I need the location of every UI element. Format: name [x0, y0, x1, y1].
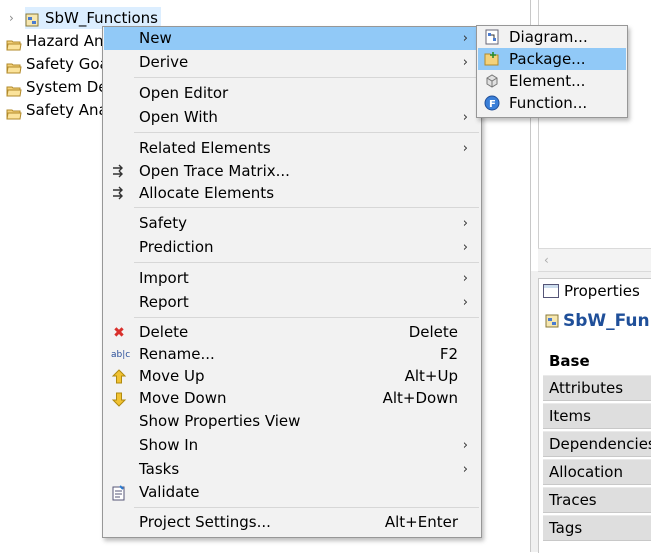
- folder-icon: [6, 58, 22, 73]
- diagram-icon: [484, 29, 500, 45]
- menu-item-derive[interactable]: Derive ›: [104, 51, 480, 74]
- menu-item-report[interactable]: Report ›: [104, 291, 480, 314]
- menu-item-project-settings[interactable]: Project Settings... Alt+Enter: [104, 511, 480, 534]
- folder-icon: [6, 35, 22, 50]
- properties-tab-list: Base Attributes Items Dependencies Alloc…: [543, 349, 651, 543]
- tab-dependencies[interactable]: Dependencies: [543, 431, 651, 457]
- trace-matrix-icon: [111, 164, 127, 180]
- tab-traces[interactable]: Traces: [543, 487, 651, 513]
- menu-item-rename[interactable]: ab|c Rename... F2: [104, 343, 480, 366]
- element-icon: [484, 73, 500, 89]
- validate-icon: [111, 485, 127, 501]
- context-menu: New › Derive › Open Editor Open With › R…: [102, 26, 482, 538]
- menu-item-open-with[interactable]: Open With ›: [104, 106, 480, 129]
- submenu-item-diagram[interactable]: Diagram...: [478, 26, 626, 48]
- scroll-left-icon[interactable]: ‹: [544, 253, 549, 267]
- menu-item-prediction[interactable]: Prediction ›: [104, 236, 480, 259]
- collapse-chevron-icon[interactable]: ›: [9, 7, 14, 29]
- properties-icon: [543, 283, 559, 298]
- menu-item-new[interactable]: New ›: [104, 27, 480, 50]
- submenu-arrow-icon: ›: [462, 141, 468, 156]
- rename-icon: ab|c: [111, 350, 131, 360]
- tab-allocation[interactable]: Allocation: [543, 459, 651, 485]
- submenu-arrow-icon: ›: [462, 240, 468, 255]
- new-submenu: Diagram... Package... Element... F Funct…: [476, 25, 628, 118]
- menu-item-open-trace-matrix[interactable]: Open Trace Matrix...: [104, 160, 480, 183]
- tree-item-label: Safety Ana: [26, 101, 108, 119]
- tree-item-label: SbW_Functions: [45, 9, 158, 27]
- properties-view: Properties SbW_Fun Base Attributes Items…: [538, 278, 651, 553]
- menu-separator: [134, 132, 479, 133]
- menu-separator: [134, 317, 479, 318]
- properties-title: SbW_Fun: [545, 311, 650, 331]
- menu-item-allocate-elements[interactable]: Allocate Elements: [104, 182, 480, 205]
- menu-separator: [134, 207, 479, 208]
- horizontal-scrollbar[interactable]: ‹: [538, 248, 651, 272]
- package-icon: [545, 313, 559, 328]
- menu-item-show-in[interactable]: Show In ›: [104, 434, 480, 457]
- arrow-down-icon: [111, 391, 127, 407]
- arrow-up-icon: [111, 369, 127, 385]
- menu-item-move-down[interactable]: Move Down Alt+Down: [104, 387, 480, 410]
- menu-item-delete[interactable]: ✖ Delete Delete: [104, 321, 480, 344]
- tree-item-label: Hazard An: [26, 32, 104, 50]
- tree-item-hazard-analysis[interactable]: Hazard An: [6, 30, 104, 52]
- submenu-arrow-icon: ›: [462, 55, 468, 70]
- menu-item-move-up[interactable]: Move Up Alt+Up: [104, 365, 480, 388]
- tree-item-safety-analysis[interactable]: Safety Ana: [6, 99, 108, 121]
- menu-separator: [134, 262, 479, 263]
- delete-icon: ✖: [113, 325, 125, 341]
- tree-item-label: System De: [26, 78, 108, 96]
- function-icon: F: [484, 95, 500, 111]
- submenu-arrow-icon: ›: [462, 31, 468, 46]
- menu-item-open-editor[interactable]: Open Editor: [104, 82, 480, 105]
- menu-separator: [134, 507, 479, 508]
- menu-item-tasks[interactable]: Tasks ›: [104, 458, 480, 481]
- submenu-arrow-icon: ›: [462, 110, 468, 125]
- tab-tags[interactable]: Tags: [543, 515, 651, 541]
- submenu-item-element[interactable]: Element...: [478, 70, 626, 92]
- submenu-arrow-icon: ›: [462, 295, 468, 310]
- tree-item-label: Safety Goa: [26, 55, 109, 73]
- submenu-arrow-icon: ›: [462, 216, 468, 231]
- tree-item-system-design[interactable]: System De: [6, 76, 107, 98]
- package-plus-icon: [484, 51, 500, 67]
- properties-title-text: SbW_Fun: [563, 311, 650, 331]
- menu-separator: [134, 77, 479, 78]
- submenu-arrow-icon: ›: [462, 438, 468, 453]
- svg-text:F: F: [489, 99, 496, 110]
- properties-tab-label: Properties: [564, 282, 640, 300]
- submenu-arrow-icon: ›: [462, 271, 468, 286]
- tab-items[interactable]: Items: [543, 403, 651, 429]
- folder-icon: [6, 104, 22, 119]
- submenu-item-package[interactable]: Package...: [478, 48, 626, 70]
- menu-item-related-elements[interactable]: Related Elements ›: [104, 137, 480, 160]
- tab-attributes[interactable]: Attributes: [543, 375, 651, 401]
- submenu-arrow-icon: ›: [462, 462, 468, 477]
- menu-item-safety[interactable]: Safety ›: [104, 212, 480, 235]
- tree-item-safety-goals[interactable]: Safety Goa: [6, 53, 109, 75]
- tab-base[interactable]: Base: [543, 349, 651, 373]
- menu-item-import[interactable]: Import ›: [104, 267, 480, 290]
- properties-view-tab[interactable]: Properties: [539, 279, 640, 303]
- allocate-icon: [111, 186, 127, 202]
- menu-item-show-properties-view[interactable]: Show Properties View: [104, 410, 480, 433]
- package-icon: [25, 11, 39, 26]
- folder-icon: [6, 81, 22, 96]
- submenu-item-function[interactable]: F Function...: [478, 92, 626, 114]
- menu-item-validate[interactable]: Validate: [104, 481, 480, 504]
